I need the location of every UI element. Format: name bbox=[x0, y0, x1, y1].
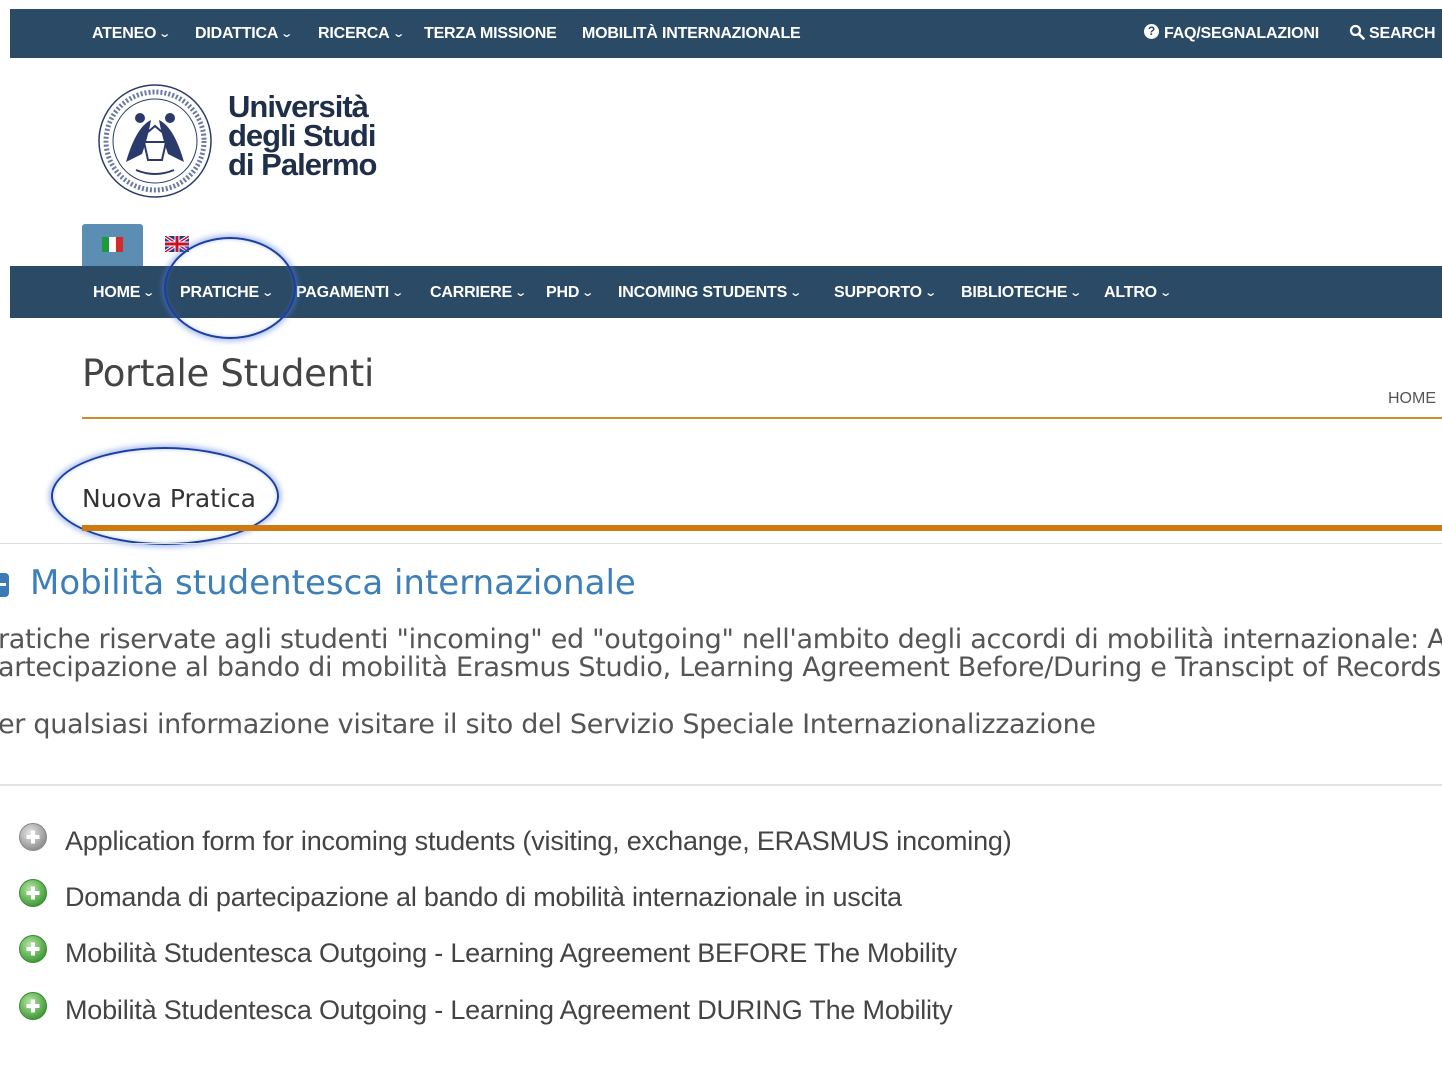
chevron-down-icon: ⌄ bbox=[391, 28, 405, 40]
language-italian-button[interactable] bbox=[82, 224, 143, 266]
add-circle-icon bbox=[19, 879, 47, 907]
chevron-down-icon: ⌄ bbox=[514, 287, 527, 299]
title-divider bbox=[82, 417, 1442, 419]
question-circle-icon: ? bbox=[1144, 24, 1159, 40]
it-flag-icon bbox=[102, 237, 123, 252]
divider bbox=[0, 784, 1442, 786]
main-nav-label: PRATICHE bbox=[180, 284, 259, 301]
chevron-down-icon: ⌄ bbox=[924, 287, 937, 299]
main-nav: HOME ⌄ PRATICHE ⌄ PAGAMENTI ⌄ CARRIERE ⌄ PHD… bbox=[10, 266, 1442, 318]
main-nav-home[interactable]: HOME ⌄ bbox=[93, 266, 156, 318]
top-nav-ricerca[interactable]: RICERCA ⌄ bbox=[318, 9, 405, 58]
main-nav-label: BIBLIOTECHE bbox=[961, 284, 1068, 301]
main-nav-phd[interactable]: PHD ⌄ bbox=[546, 266, 595, 318]
logo-line: di Palermo bbox=[228, 147, 377, 182]
main-nav-label: HOME bbox=[93, 284, 141, 301]
section-title[interactable]: Mobilità studentesca internazionale bbox=[30, 563, 636, 603]
section-description-line: artecipazione al bando di mobilità Erasm… bbox=[0, 652, 1441, 683]
uk-flag-icon[interactable] bbox=[165, 236, 189, 252]
main-nav-label: PAGAMENTI bbox=[296, 284, 390, 301]
chevron-down-icon: ⌄ bbox=[1159, 287, 1172, 299]
subtitle-divider bbox=[82, 525, 1442, 531]
chevron-down-icon: ⌄ bbox=[789, 287, 802, 299]
top-nav-didattica[interactable]: DIDATTICA ⌄ bbox=[195, 9, 294, 58]
main-nav-altro[interactable]: ALTRO ⌄ bbox=[1104, 266, 1172, 318]
chevron-down-icon: ⌄ bbox=[391, 287, 404, 299]
add-circle-icon bbox=[19, 992, 47, 1020]
faq-label: FAQ/SEGNALAZIONI bbox=[1164, 25, 1320, 42]
chevron-down-icon: ⌄ bbox=[158, 28, 172, 40]
page-title: Portale Studenti bbox=[82, 352, 374, 395]
main-nav-biblioteche[interactable]: BIBLIOTECHE ⌄ bbox=[961, 266, 1083, 318]
top-nav-mobilita[interactable]: MOBILITÀ INTERNAZIONALE bbox=[582, 9, 801, 58]
top-nav-ateneo[interactable]: ATENEO ⌄ bbox=[92, 9, 172, 58]
section-description-line: ratiche riservate agli studenti "incomin… bbox=[0, 624, 1442, 655]
top-nav-label: ATENEO bbox=[92, 25, 157, 42]
university-logo-text[interactable]: Università degli Studi di Palermo bbox=[228, 89, 377, 182]
faq-link[interactable]: ? FAQ/SEGNALAZIONI bbox=[1144, 9, 1319, 58]
chevron-down-icon: ⌄ bbox=[581, 287, 595, 299]
practice-label: Application form for incoming students (… bbox=[65, 826, 1012, 856]
university-seal-icon[interactable] bbox=[96, 82, 214, 200]
main-nav-label: CARRIERE bbox=[430, 284, 512, 301]
add-circle-icon bbox=[19, 935, 47, 963]
main-nav-label: SUPPORTO bbox=[834, 284, 922, 301]
practice-label: Mobilità Studentesca Outgoing - Learning… bbox=[65, 995, 953, 1025]
top-nav-label: DIDATTICA bbox=[195, 25, 279, 42]
practice-label: Domanda di partecipazione al bando di mo… bbox=[65, 882, 902, 912]
nuova-pratica-title: Nuova Pratica bbox=[82, 484, 256, 513]
top-nav-terza-missione[interactable]: TERZA MISSIONE bbox=[424, 9, 557, 58]
search-label: SEARCH bbox=[1369, 25, 1436, 42]
practice-label: Mobilità Studentesca Outgoing - Learning… bbox=[65, 938, 957, 968]
divider bbox=[0, 543, 1442, 544]
section-info-line[interactable]: er qualsiasi informazione visitare il si… bbox=[0, 709, 1096, 740]
collapse-icon[interactable] bbox=[0, 573, 9, 597]
main-nav-pagamenti[interactable]: PAGAMENTI ⌄ bbox=[296, 266, 404, 318]
main-nav-incoming-students[interactable]: INCOMING STUDENTS ⌄ bbox=[618, 266, 802, 318]
chevron-down-icon: ⌄ bbox=[1069, 287, 1083, 299]
chevron-down-icon: ⌄ bbox=[261, 287, 274, 299]
logo-line: Università bbox=[228, 89, 369, 124]
breadcrumb-home[interactable]: HOME bbox=[1388, 390, 1436, 408]
top-nav-label: RICERCA bbox=[318, 25, 390, 42]
main-nav-label: PHD bbox=[546, 284, 580, 301]
search-icon bbox=[1349, 24, 1365, 40]
main-nav-label: INCOMING STUDENTS bbox=[618, 284, 788, 301]
main-nav-carriere[interactable]: CARRIERE ⌄ bbox=[430, 266, 527, 318]
logo-line: degli Studi bbox=[228, 118, 376, 153]
chevron-down-icon: ⌄ bbox=[280, 28, 294, 40]
search-link[interactable]: SEARCH bbox=[1349, 9, 1436, 58]
top-bar: ATENEO ⌄ DIDATTICA ⌄ RICERCA ⌄ TERZA MISSIO… bbox=[10, 9, 1442, 58]
main-nav-supporto[interactable]: SUPPORTO ⌄ bbox=[834, 266, 937, 318]
chevron-down-icon: ⌄ bbox=[142, 287, 156, 299]
main-nav-pratiche[interactable]: PRATICHE ⌄ bbox=[180, 266, 274, 318]
add-circle-disabled-icon bbox=[19, 823, 47, 851]
main-nav-label: ALTRO bbox=[1104, 284, 1157, 301]
